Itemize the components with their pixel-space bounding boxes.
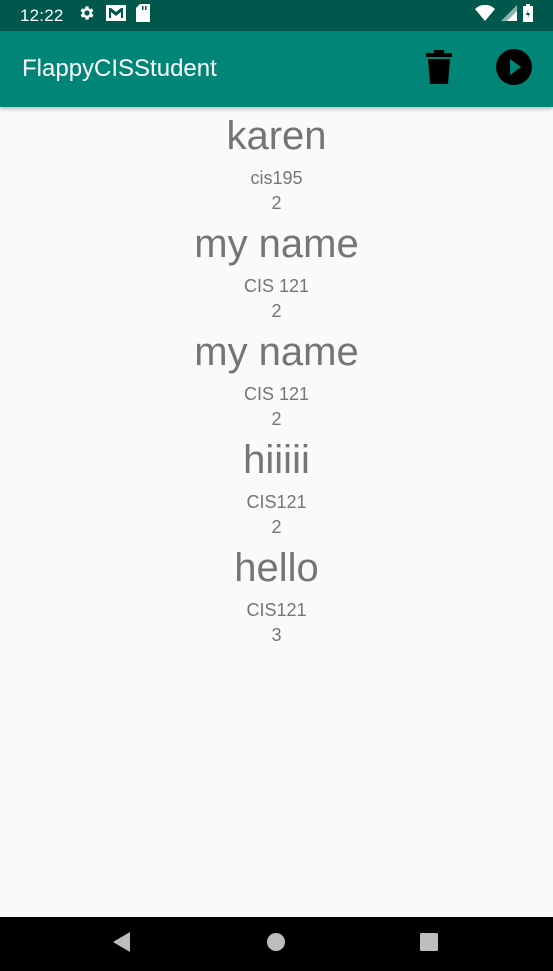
list-item[interactable]: hiiiii CIS121 2	[0, 431, 553, 539]
home-icon	[266, 932, 286, 957]
student-name: my name	[194, 222, 359, 266]
gmail-icon	[105, 5, 126, 26]
play-button[interactable]	[490, 45, 538, 93]
student-score: 2	[271, 409, 282, 429]
student-score: 2	[271, 193, 282, 213]
play-icon	[496, 48, 532, 90]
back-icon	[112, 931, 132, 958]
signal-icon	[501, 5, 517, 26]
student-list[interactable]: karen cis195 2 my name CIS 121 2 my name…	[0, 107, 553, 917]
app-bar: FlappyCISStudent	[0, 31, 553, 107]
battery-icon	[523, 4, 533, 27]
student-course: CIS121	[246, 492, 307, 512]
back-button[interactable]	[92, 917, 152, 971]
delete-button[interactable]	[415, 45, 463, 93]
student-name: hiiiii	[243, 438, 310, 482]
wifi-icon	[475, 4, 495, 26]
status-time: 12:22	[20, 5, 64, 25]
student-course: cis195	[250, 168, 303, 188]
navigation-bar	[0, 917, 553, 971]
status-left-icons	[78, 4, 150, 27]
student-course: CIS 121	[243, 384, 310, 404]
delete-icon	[426, 49, 452, 89]
list-item[interactable]: karen cis195 2	[0, 107, 553, 215]
student-score: 3	[271, 625, 282, 645]
home-button[interactable]	[246, 917, 306, 971]
sd-card-icon	[135, 4, 150, 27]
list-item[interactable]: my name CIS 121 2	[0, 323, 553, 431]
status-right-icons	[475, 0, 533, 31]
student-name: my name	[194, 330, 359, 374]
student-course: CIS 121	[243, 276, 310, 296]
recents-button[interactable]	[399, 917, 459, 971]
student-name: hello	[234, 546, 319, 590]
list-item[interactable]: my name CIS 121 2	[0, 215, 553, 323]
status-bar: 12:22	[0, 0, 553, 31]
student-score: 2	[271, 517, 282, 537]
student-course: CIS121	[246, 600, 307, 620]
student-score: 2	[271, 301, 282, 321]
list-item[interactable]: hello CIS121 3	[0, 539, 553, 647]
app-title: FlappyCISStudent	[22, 55, 217, 82]
gear-icon	[78, 4, 96, 27]
recents-icon	[419, 932, 439, 957]
student-name: karen	[226, 114, 327, 158]
